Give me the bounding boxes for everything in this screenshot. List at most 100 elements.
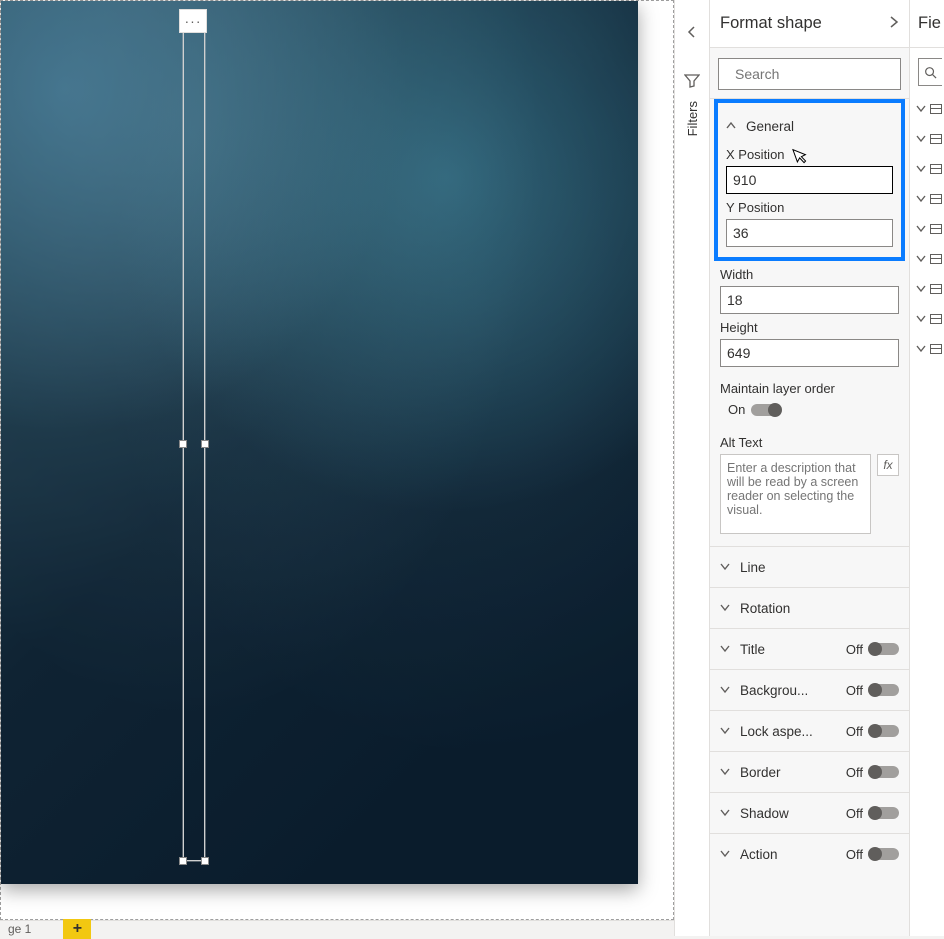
chevron-down-icon bbox=[720, 601, 734, 615]
section-header-backgrou-[interactable]: Backgrou...Off bbox=[710, 670, 909, 710]
page-tab-strip: ge 1 + bbox=[0, 920, 674, 936]
section-toggle-state: Off bbox=[846, 806, 863, 821]
chevron-down-icon bbox=[916, 315, 926, 323]
field-table-item[interactable] bbox=[910, 334, 944, 364]
section-header-title[interactable]: TitleOff bbox=[710, 629, 909, 669]
section-header-lock-aspe-[interactable]: Lock aspe...Off bbox=[710, 711, 909, 751]
chevron-down-icon bbox=[720, 765, 734, 779]
format-pane-title: Format shape bbox=[720, 14, 822, 33]
format-search-box[interactable] bbox=[718, 58, 901, 90]
section-action: ActionOff bbox=[710, 833, 909, 874]
y-position-input[interactable] bbox=[726, 219, 893, 247]
section-toggle-state: Off bbox=[846, 765, 863, 780]
format-search-row bbox=[710, 48, 909, 98]
section-general-label: General bbox=[746, 119, 794, 134]
chevron-down-icon bbox=[720, 724, 734, 738]
section-toggle[interactable] bbox=[869, 643, 899, 655]
section-toggle-state: Off bbox=[846, 724, 863, 739]
report-canvas[interactable]: ··· bbox=[0, 0, 674, 920]
filters-pane-label: Filters bbox=[685, 101, 700, 136]
field-table-item[interactable] bbox=[910, 184, 944, 214]
resize-handle-bottom-left[interactable] bbox=[179, 857, 187, 865]
section-toggle[interactable] bbox=[869, 725, 899, 737]
chevron-down-icon bbox=[916, 345, 926, 353]
format-shape-pane: Format shape General X Position Y Positi… bbox=[710, 0, 910, 936]
chevron-down-icon bbox=[916, 165, 926, 173]
fields-search-row bbox=[910, 48, 944, 94]
section-label: Line bbox=[740, 560, 899, 575]
alt-text-label: Alt Text bbox=[720, 435, 899, 450]
chevron-down-icon bbox=[916, 285, 926, 293]
field-table-item[interactable] bbox=[910, 154, 944, 184]
maintain-layer-order-label: Maintain layer order bbox=[720, 381, 899, 396]
section-header-shadow[interactable]: ShadowOff bbox=[710, 793, 909, 833]
field-table-item[interactable] bbox=[910, 214, 944, 244]
section-label: Backgrou... bbox=[740, 683, 846, 698]
chevron-left-icon bbox=[686, 26, 698, 38]
table-icon bbox=[930, 344, 942, 354]
section-label: Title bbox=[740, 642, 846, 657]
x-position-input[interactable] bbox=[726, 166, 893, 194]
alt-text-fx-button[interactable]: fx bbox=[877, 454, 899, 476]
field-table-item[interactable] bbox=[910, 124, 944, 154]
section-label: Border bbox=[740, 765, 846, 780]
section-toggle-state: Off bbox=[846, 683, 863, 698]
format-search-input[interactable] bbox=[735, 66, 910, 82]
field-table-item[interactable] bbox=[910, 274, 944, 304]
filters-pane-collapsed: Filters bbox=[674, 0, 710, 936]
section-shadow: ShadowOff bbox=[710, 792, 909, 833]
chevron-down-icon bbox=[720, 683, 734, 697]
format-pane-collapse-button[interactable] bbox=[889, 15, 899, 32]
section-toggle-state: Off bbox=[846, 642, 863, 657]
x-position-label: X Position bbox=[726, 147, 893, 162]
section-backgrou-: Backgrou...Off bbox=[710, 669, 909, 710]
shape-more-options-button[interactable]: ··· bbox=[179, 9, 207, 33]
chevron-down-icon bbox=[916, 255, 926, 263]
filter-icon bbox=[675, 74, 709, 93]
fields-search-box[interactable] bbox=[918, 58, 942, 86]
maintain-layer-order-toggle[interactable] bbox=[751, 404, 781, 416]
chevron-down-icon bbox=[720, 560, 734, 574]
chevron-down-icon bbox=[916, 195, 926, 203]
section-toggle[interactable] bbox=[869, 848, 899, 860]
section-rotation: Rotation bbox=[710, 587, 909, 628]
search-icon bbox=[924, 66, 937, 79]
section-label: Lock aspe... bbox=[740, 724, 846, 739]
table-icon bbox=[930, 164, 942, 174]
selected-shape[interactable] bbox=[183, 26, 205, 861]
section-lock-aspe-: Lock aspe...Off bbox=[710, 710, 909, 751]
section-header-line[interactable]: Line bbox=[710, 547, 909, 587]
height-input[interactable] bbox=[720, 339, 899, 367]
field-table-item[interactable] bbox=[910, 304, 944, 334]
section-header-rotation[interactable]: Rotation bbox=[710, 588, 909, 628]
general-highlight-box: General X Position Y Position bbox=[714, 99, 905, 261]
section-border: BorderOff bbox=[710, 751, 909, 792]
section-toggle-state: Off bbox=[846, 847, 863, 862]
table-icon bbox=[930, 104, 942, 114]
width-input[interactable] bbox=[720, 286, 899, 314]
table-icon bbox=[930, 314, 942, 324]
width-label: Width bbox=[720, 267, 899, 282]
page-tab-1[interactable]: ge 1 bbox=[2, 920, 37, 938]
field-table-item[interactable] bbox=[910, 94, 944, 124]
resize-handle-right[interactable] bbox=[201, 440, 209, 448]
section-general-header[interactable]: General bbox=[726, 111, 893, 141]
chevron-right-icon bbox=[889, 16, 899, 28]
resize-handle-left[interactable] bbox=[179, 440, 187, 448]
section-line: Line bbox=[710, 546, 909, 587]
alt-text-input[interactable] bbox=[720, 454, 871, 534]
height-label: Height bbox=[720, 320, 899, 335]
chevron-down-icon bbox=[720, 642, 734, 656]
chevron-down-icon bbox=[720, 806, 734, 820]
section-header-border[interactable]: BorderOff bbox=[710, 752, 909, 792]
section-header-action[interactable]: ActionOff bbox=[710, 834, 909, 874]
section-toggle[interactable] bbox=[869, 807, 899, 819]
section-toggle[interactable] bbox=[869, 766, 899, 778]
chevron-down-icon bbox=[916, 105, 926, 113]
section-general: General X Position Y Position Width Heig… bbox=[710, 98, 909, 546]
field-table-item[interactable] bbox=[910, 244, 944, 274]
resize-handle-bottom-right[interactable] bbox=[201, 857, 209, 865]
section-toggle[interactable] bbox=[869, 684, 899, 696]
filters-expand-button[interactable] bbox=[675, 20, 709, 44]
section-label: Rotation bbox=[740, 601, 899, 616]
